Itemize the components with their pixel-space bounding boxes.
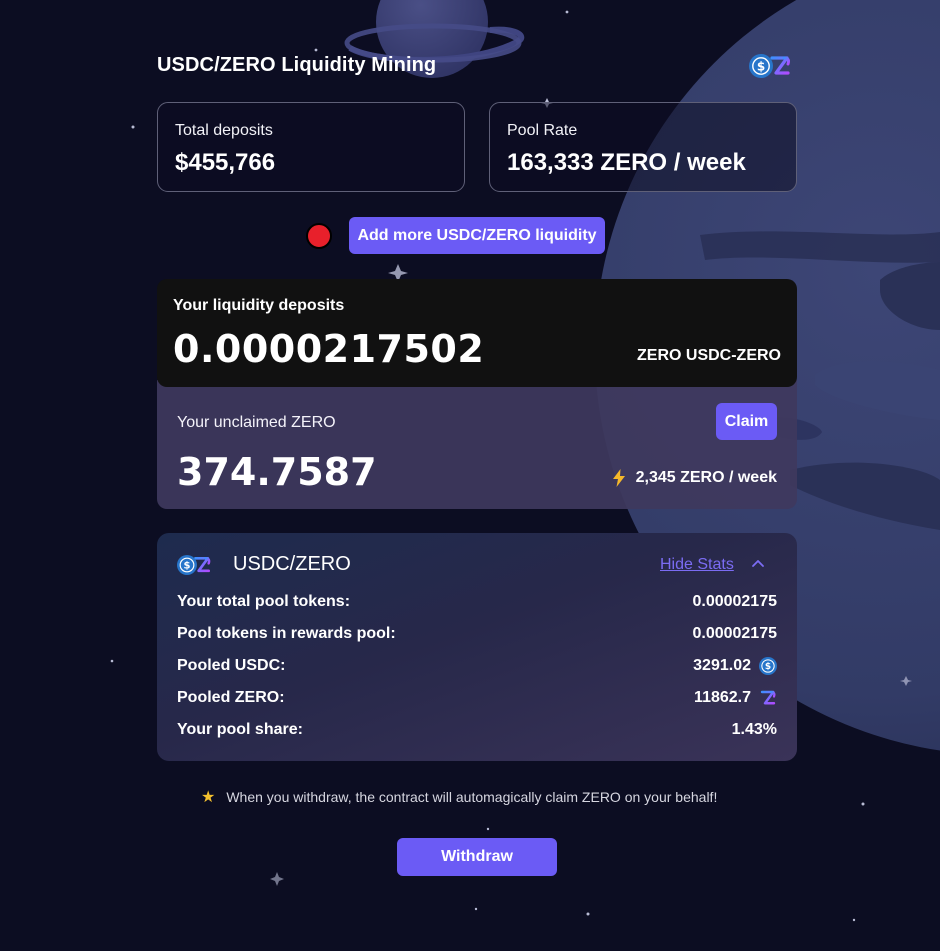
stat-value: 11862.7 <box>694 689 777 707</box>
liquidity-deposits-card: Your liquidity deposits 0.0000217502 ZER… <box>157 279 797 387</box>
svg-text:$: $ <box>765 662 771 672</box>
stat-value: 0.00002175 <box>692 625 777 643</box>
total-deposits-label: Total deposits <box>175 122 273 139</box>
add-liquidity-button[interactable]: Add more USDC/ZERO liquidity <box>349 217 605 254</box>
stat-value-text: 11862.7 <box>694 689 751 706</box>
unclaimed-value: 374.7587 <box>177 450 377 494</box>
claim-button[interactable]: Claim <box>716 403 777 440</box>
page-title: USDC/ZERO Liquidity Mining <box>157 54 437 76</box>
stat-label: Pool tokens in rewards pool: <box>177 625 396 642</box>
usdc-icon: $ <box>759 657 777 675</box>
chevron-up-icon[interactable] <box>751 557 765 571</box>
svg-text:$: $ <box>184 561 191 572</box>
deposits-value: 0.0000217502 <box>173 327 485 371</box>
usdc-icon: $ <box>749 54 773 78</box>
stat-row-pooled-usdc: Pooled USDC: 3291.02 $ <box>177 657 777 679</box>
pool-rate-value: 163,333 ZERO / week <box>507 149 746 176</box>
pair-logo: $ <box>749 54 792 78</box>
stat-label: Pooled ZERO: <box>177 689 285 706</box>
deposits-label: Your liquidity deposits <box>173 297 345 314</box>
alert-dot <box>306 223 332 249</box>
stat-label: Your pool share: <box>177 721 303 738</box>
stat-row-rewards-pool-tokens: Pool tokens in rewards pool: 0.00002175 <box>177 625 777 647</box>
stat-value-text: 0.00002175 <box>692 625 777 642</box>
stat-value-text: 3291.02 <box>693 657 751 674</box>
withdraw-note-text: When you withdraw, the contract will aut… <box>226 789 718 805</box>
stat-row-total-pool-tokens: Your total pool tokens: 0.00002175 <box>177 593 777 615</box>
total-deposits-value: $455,766 <box>175 149 276 176</box>
hide-stats-link[interactable]: Hide Stats <box>660 556 734 574</box>
withdraw-button[interactable]: Withdraw <box>397 838 557 876</box>
reward-rate-text: 2,345 ZERO / week <box>635 469 777 486</box>
pool-pair-name: USDC/ZERO <box>233 553 351 575</box>
stat-value: 3291.02 $ <box>693 657 777 675</box>
stat-value: 1.43% <box>732 721 777 739</box>
reward-rate: 2,345 ZERO / week <box>612 469 777 487</box>
pool-rate-label: Pool Rate <box>507 122 578 139</box>
unclaimed-card: Your unclaimed ZERO Claim 374.7587 2,345… <box>157 380 797 509</box>
usdc-icon: $ <box>177 555 197 575</box>
pool-stats-card: $ USDC/ZERO Hide Stats Your total pool t… <box>157 533 797 761</box>
stat-row-pool-share: Your pool share: 1.43% <box>177 721 777 743</box>
withdraw-note: ★ When you withdraw, the contract will a… <box>201 787 717 807</box>
lightning-icon <box>612 469 626 487</box>
stat-label: Your total pool tokens: <box>177 593 351 610</box>
stat-label: Pooled USDC: <box>177 657 286 674</box>
total-deposits-card: Total deposits $455,766 <box>157 102 465 192</box>
svg-text:$: $ <box>757 59 765 73</box>
stat-value-text: 0.00002175 <box>692 593 777 610</box>
deposits-unit: ZERO USDC-ZERO <box>637 347 781 364</box>
stat-row-pooled-zero: Pooled ZERO: 11862.7 <box>177 689 777 711</box>
zero-icon <box>759 689 777 707</box>
stat-value: 0.00002175 <box>692 593 777 611</box>
stat-value-text: 1.43% <box>731 721 777 738</box>
pool-pair-logo: $ <box>177 555 212 575</box>
unclaimed-label: Your unclaimed ZERO <box>177 414 336 431</box>
star-icon: ★ <box>201 789 216 806</box>
pool-rate-card: Pool Rate 163,333 ZERO / week <box>489 102 797 192</box>
